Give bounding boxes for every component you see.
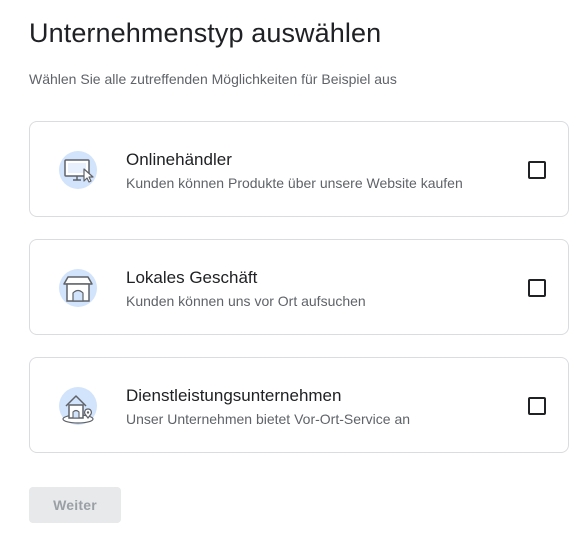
monitor-cursor-icon bbox=[59, 151, 97, 189]
business-type-page: Unternehmenstyp auswählen Wählen Sie all… bbox=[0, 0, 585, 550]
option-title: Dienstleistungsunternehmen bbox=[126, 386, 342, 405]
option-title: Lokales Geschäft bbox=[126, 268, 258, 287]
option-description: Kunden können uns vor Ort aufsuchen bbox=[126, 293, 366, 309]
option-card-local-store[interactable]: Lokales Geschäft Kunden können uns vor O… bbox=[29, 239, 569, 335]
option-title: Onlinehändler bbox=[126, 150, 232, 169]
option-card-online-retailer[interactable]: Onlinehändler Kunden können Produkte übe… bbox=[29, 121, 569, 217]
storefront-icon bbox=[59, 269, 97, 307]
service-business-checkbox[interactable] bbox=[528, 397, 546, 415]
option-text: Onlinehändler Kunden können Produkte übe… bbox=[126, 150, 463, 192]
page-title: Unternehmenstyp auswählen bbox=[29, 18, 382, 48]
house-location-icon bbox=[59, 387, 97, 425]
local-store-checkbox[interactable] bbox=[528, 279, 546, 297]
option-description: Kunden können Produkte über unsere Websi… bbox=[126, 175, 463, 191]
option-text: Dienstleistungsunternehmen Unser Unterne… bbox=[126, 386, 410, 428]
option-description: Unser Unternehmen bietet Vor-Ort-Service… bbox=[126, 411, 411, 427]
online-retailer-checkbox[interactable] bbox=[528, 161, 546, 179]
page-subtitle: Wählen Sie alle zutreffenden Möglichkeit… bbox=[29, 71, 397, 87]
option-text: Lokales Geschäft Kunden können uns vor O… bbox=[126, 268, 366, 310]
next-button[interactable]: Weiter bbox=[29, 487, 121, 523]
option-card-service-business[interactable]: Dienstleistungsunternehmen Unser Unterne… bbox=[29, 357, 569, 453]
